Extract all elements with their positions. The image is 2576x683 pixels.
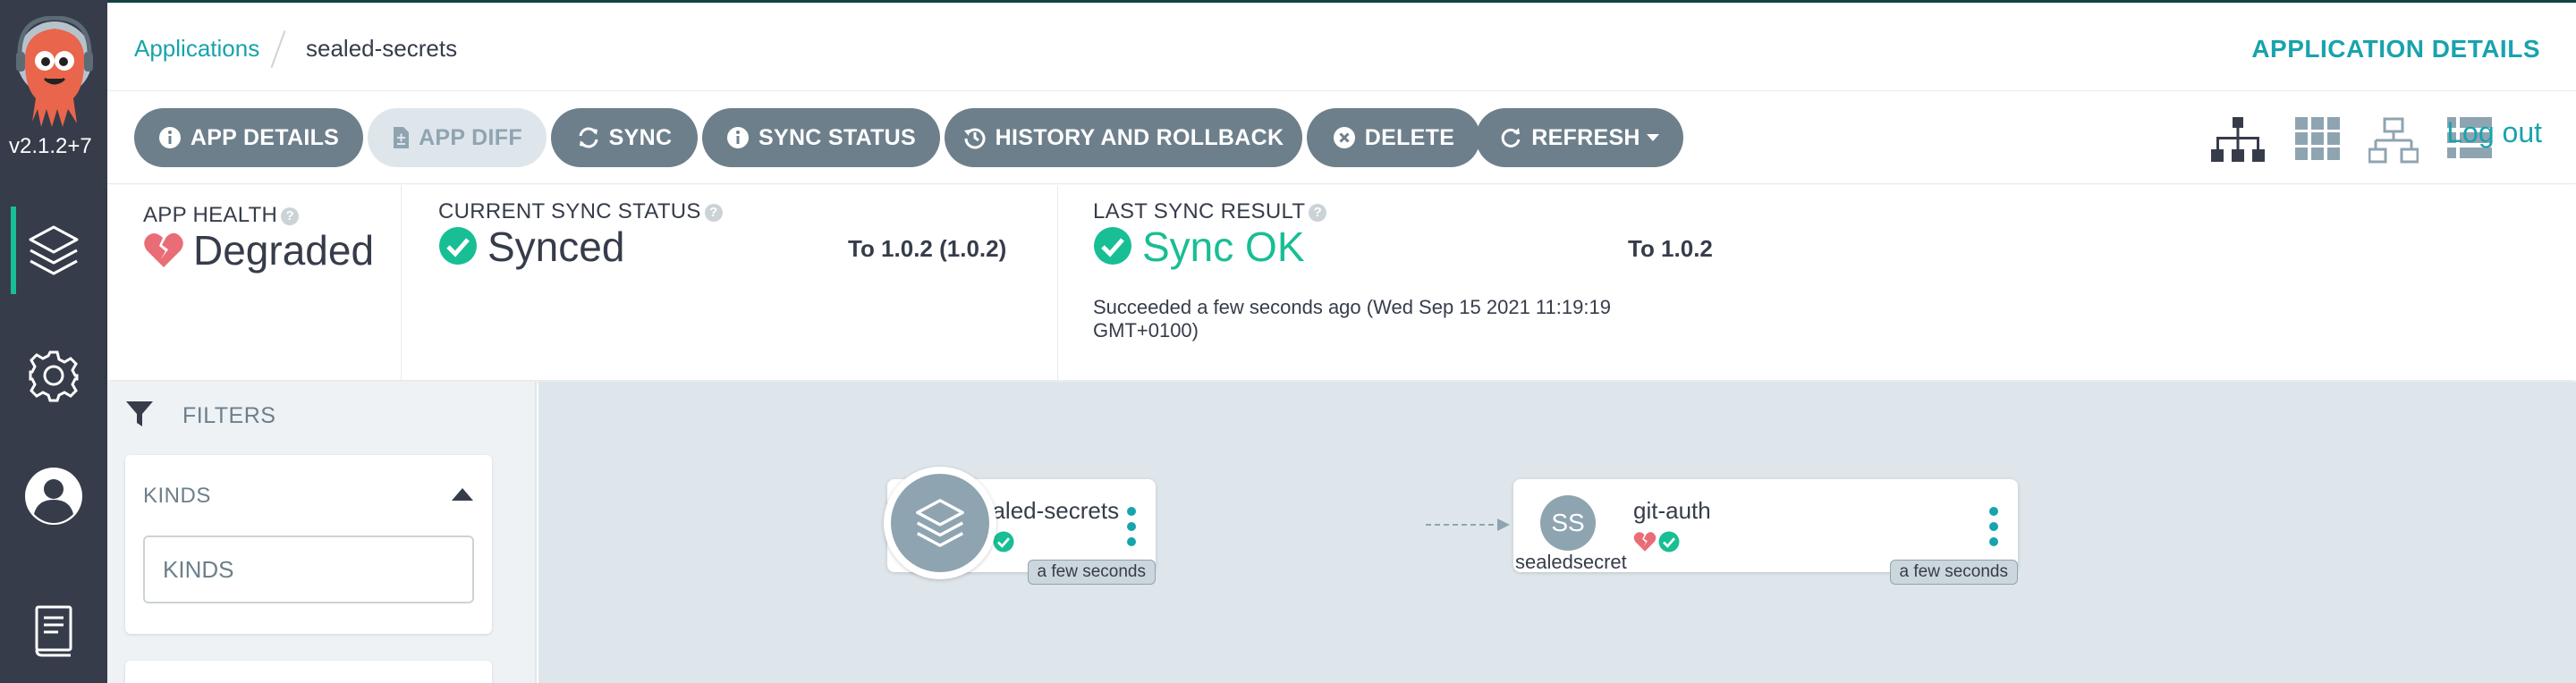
caret-down-icon (1646, 134, 1659, 141)
app-diff-label: APP DIFF (419, 124, 522, 150)
node-age-badge: a few seconds (1027, 560, 1156, 585)
book-icon (35, 605, 72, 657)
breadcrumb-current: sealed-secrets (306, 35, 458, 62)
check-circle-icon (1658, 531, 1680, 552)
sync-icon (579, 127, 598, 148)
divider (401, 185, 402, 380)
app-node-icon-ring (884, 467, 996, 579)
side-nav: v2.1.2+7 (0, 0, 107, 683)
history-rollback-button[interactable]: HISTORY AND ROLLBACK (945, 108, 1302, 167)
app-health-label-text: APP HEALTH (143, 203, 278, 227)
last-sync-detail: Succeeded a few seconds ago (Wed Sep 15 … (1093, 296, 1611, 342)
filters-panel: FILTERS KINDS (107, 382, 537, 683)
layers-icon (916, 499, 964, 547)
page-title: APPLICATION DETAILS (2251, 35, 2540, 63)
help-icon[interactable]: ? (704, 203, 723, 222)
tree-view-icon[interactable] (2211, 117, 2265, 164)
sync-status-heading: CURRENT SYNC STATUS? (438, 199, 723, 224)
file-diff-icon (394, 127, 410, 148)
kinds-filter-card: KINDS (125, 455, 492, 634)
gear-icon (29, 350, 79, 402)
top-bar: Applications sealed-secrets APPLICATION … (107, 0, 2576, 91)
sync-status-label: SYNC STATUS (758, 124, 916, 150)
app-details-label: APP DETAILS (190, 124, 340, 150)
broken-heart-icon (1633, 532, 1657, 552)
help-icon[interactable]: ? (1309, 203, 1327, 222)
sync-label: SYNC (608, 124, 673, 150)
check-circle-icon (993, 531, 1014, 552)
divider (1057, 185, 1058, 380)
sync-status-button[interactable]: SYNC STATUS (702, 108, 940, 167)
app-node-icon (891, 474, 989, 572)
pods-view-icon[interactable] (2295, 117, 2340, 160)
argo-logo[interactable] (11, 16, 98, 132)
refresh-button[interactable]: REFRESH (1476, 108, 1683, 167)
kebab-menu-icon[interactable] (1987, 506, 2000, 547)
app-health-value: Degraded (193, 227, 375, 274)
sync-status-heading-text: CURRENT SYNC STATUS (438, 199, 701, 223)
filters-title: FILTERS (182, 403, 276, 428)
node-age-badge: a few seconds (1889, 560, 2018, 585)
resource-kind-icon: SS (1540, 495, 1596, 551)
check-circle-icon (1094, 227, 1131, 265)
last-sync-heading: LAST SYNC RESULT? (1093, 199, 1327, 224)
graph-edge (1426, 519, 1510, 531)
user-icon (25, 468, 82, 525)
breadcrumb-applications-link[interactable]: Applications (134, 35, 259, 63)
app-diff-button[interactable]: APP DIFF (368, 108, 547, 167)
status-panel: APP HEALTH? Degraded CURRENT SYNC STATUS… (107, 185, 2576, 380)
network-view-icon[interactable] (2368, 117, 2419, 164)
resource-graph: sealed-secrets a few seconds SS git-auth (538, 382, 2576, 683)
sync-revision-link[interactable]: To 1.0.2 (1.0.2) (848, 235, 1006, 263)
caret-up-icon[interactable] (451, 487, 474, 502)
broken-heart-icon (144, 232, 183, 267)
refresh-label: REFRESH (1531, 124, 1640, 150)
help-icon[interactable]: ? (281, 207, 300, 225)
history-icon (963, 128, 986, 149)
last-sync-revision-link[interactable]: To 1.0.2 (1628, 235, 1713, 263)
delete-button[interactable]: DELETE (1307, 108, 1480, 167)
layers-icon (29, 225, 79, 275)
sync-button[interactable]: SYNC (551, 108, 698, 167)
last-sync-heading-text: LAST SYNC RESULT (1093, 199, 1306, 223)
version-label: v2.1.2+7 (9, 134, 92, 158)
info-icon (727, 127, 749, 148)
check-circle-icon (439, 227, 477, 265)
breadcrumb-separator (270, 30, 286, 69)
history-rollback-label: HISTORY AND ROLLBACK (995, 124, 1284, 150)
resource-node-git-auth[interactable]: SS git-auth sealedsecret a few seconds (1513, 479, 2018, 585)
logout-link[interactable]: Log out (2446, 116, 2542, 149)
filter-card (125, 661, 492, 683)
nav-item-applications[interactable] (0, 201, 107, 299)
toolbar: APP DETAILS APP DIFF SYNC SYNC STATUS HI… (107, 92, 2576, 184)
last-sync-value: Sync OK (1142, 223, 1305, 270)
kinds-filter-input[interactable] (143, 535, 474, 603)
info-icon (158, 127, 181, 148)
kinds-filter-title: KINDS (143, 484, 211, 508)
delete-label: DELETE (1364, 124, 1455, 150)
sync-status-value: Synced (487, 223, 625, 270)
nav-item-documentation[interactable] (0, 581, 107, 679)
delete-icon (1333, 127, 1355, 148)
app-health-label: APP HEALTH? (143, 203, 300, 228)
kebab-menu-icon[interactable] (1125, 506, 1138, 547)
app-details-button[interactable]: APP DETAILS (134, 108, 363, 167)
nav-item-user-info[interactable] (0, 447, 107, 545)
nav-item-settings[interactable] (0, 326, 107, 425)
node-name: git-auth (1633, 497, 1711, 524)
refresh-icon (1501, 128, 1521, 148)
filter-icon (126, 401, 153, 426)
node-kind-label: sealedsecret (1515, 551, 1627, 573)
